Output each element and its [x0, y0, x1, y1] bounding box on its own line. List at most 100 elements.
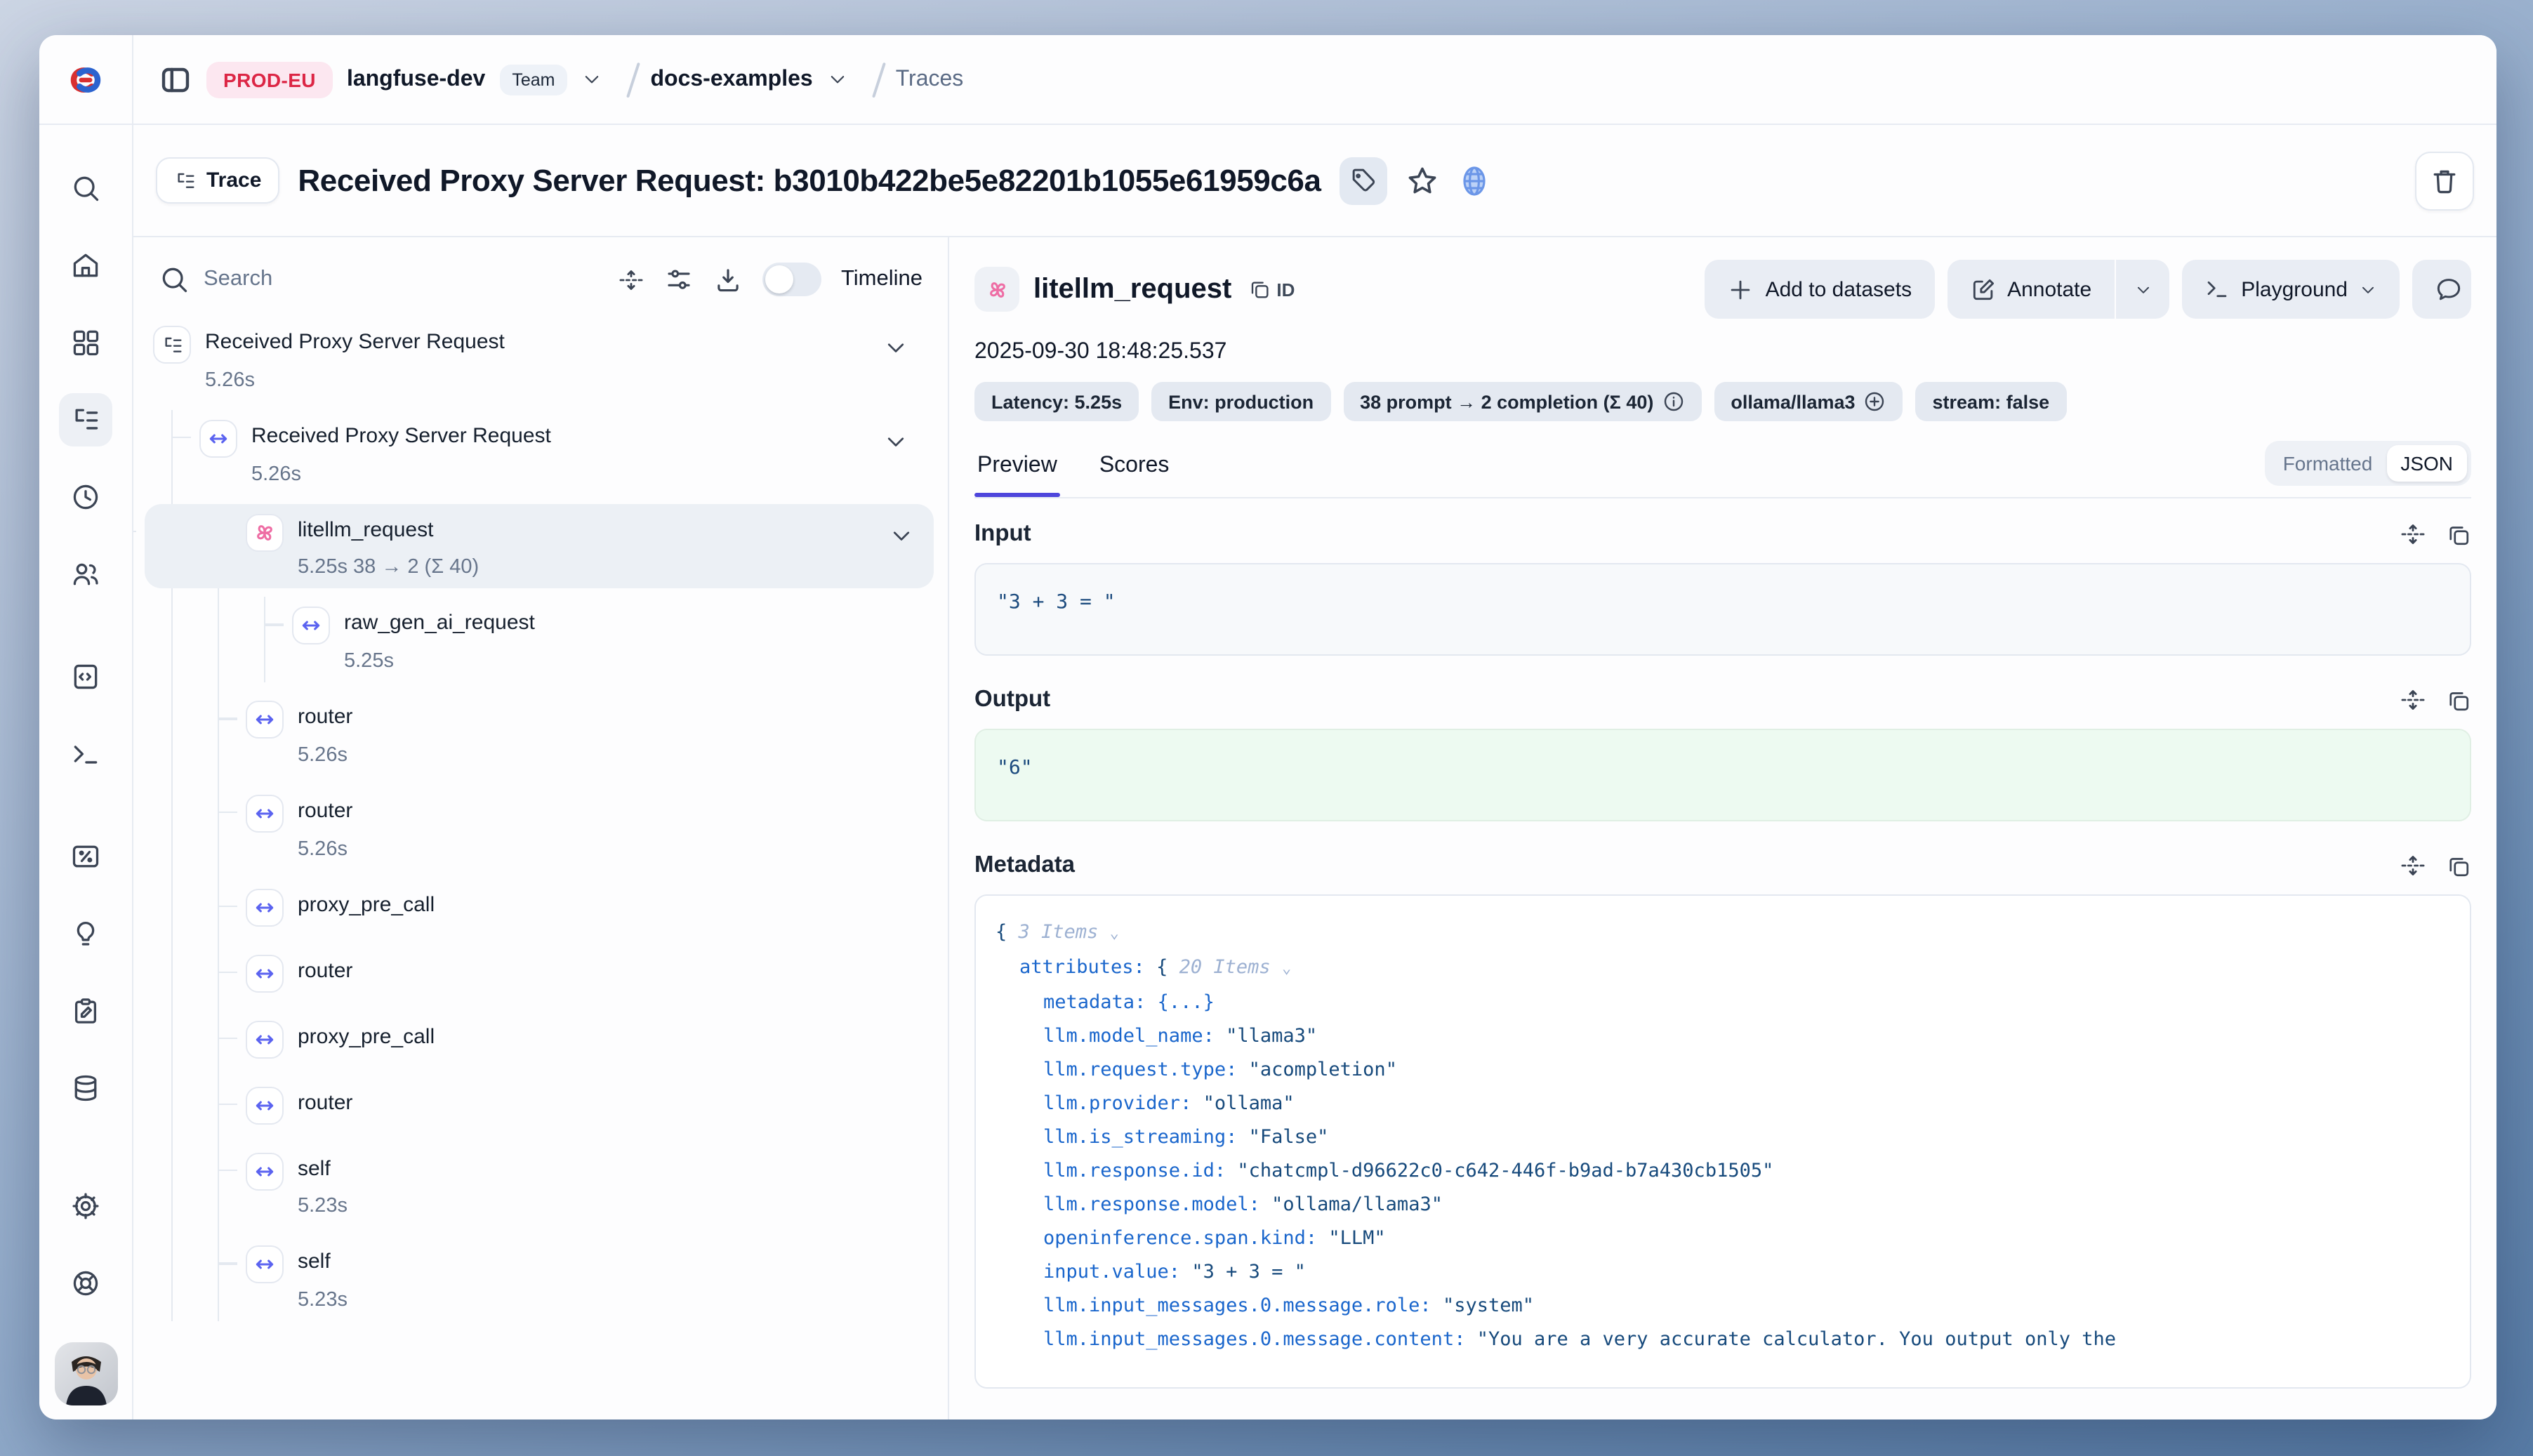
filter-sliders-icon[interactable] — [664, 265, 694, 294]
tree-row-label: self — [298, 1152, 348, 1183]
sidebar-toggle-icon[interactable] — [159, 62, 192, 96]
public-globe-icon[interactable] — [1457, 164, 1491, 197]
id-label: ID — [1276, 279, 1295, 300]
badge-latency-5-25s[interactable]: Latency: 5.25s — [974, 382, 1139, 421]
playground-button[interactable]: Playground — [2182, 260, 2400, 319]
tree-row-raw-gen-ai-request[interactable]: raw_gen_ai_request5.25s — [292, 597, 928, 683]
terminal-icon — [2204, 277, 2230, 302]
badge-env-production[interactable]: Env: production — [1151, 382, 1330, 421]
tag-button[interactable] — [1340, 157, 1387, 204]
badge-stream-false[interactable]: stream: false — [1916, 382, 2067, 421]
tree-row-self[interactable]: self5.23s — [246, 1236, 928, 1322]
collapse-all-icon[interactable] — [618, 266, 644, 293]
breadcrumb-org[interactable]: langfuse-dev — [347, 67, 485, 92]
format-option-json[interactable]: JSON — [2386, 445, 2467, 482]
json-key: openinference.span.kind: — [1043, 1227, 1328, 1250]
comments-button[interactable] — [2412, 260, 2471, 319]
badge-label: ollama/llama3 — [1731, 391, 1855, 412]
env-badge: PROD-EU — [206, 61, 333, 98]
json-line: openinference.span.kind: "LLM" — [987, 1222, 2459, 1255]
detail-tabs: Preview Scores FormattedJSON — [974, 441, 2471, 498]
badge-38-prompt-2-completion-40-[interactable]: 38 prompt → 2 completion (Σ 40) — [1343, 382, 1701, 421]
annotate-dropdown-button[interactable] — [2116, 260, 2169, 319]
json-item-count[interactable]: 20 Items ⌄ — [1179, 956, 1292, 979]
breadcrumb-project[interactable]: docs-examples — [650, 67, 812, 92]
badge-label: Env: production — [1168, 391, 1314, 412]
app-window: PROD-EU langfuse-dev Team docs-examples … — [39, 35, 2496, 1419]
json-value: {...} — [1158, 991, 1215, 1014]
row-chevron-down-icon[interactable] — [889, 523, 914, 548]
sidebar-item-support[interactable] — [59, 1257, 112, 1310]
json-key: llm.input_messages.0.message.content: — [1043, 1328, 1477, 1351]
trace-type-chip: Trace — [156, 157, 279, 204]
span-icon — [246, 795, 284, 833]
json-value: "chatcmpl-d96622c0-c642-446f-b9ad-b7a430… — [1237, 1160, 1773, 1182]
copy-id-button[interactable]: ID — [1248, 278, 1295, 300]
tree-row-proxy-pre-call[interactable]: proxy_pre_call — [246, 1010, 928, 1068]
collapse-section-icon[interactable] — [2400, 687, 2426, 713]
search-input[interactable] — [204, 267, 372, 292]
tree-row-received-proxy-server-request[interactable]: Received Proxy Server Request5.26s — [153, 316, 928, 402]
sidebar-item-dashboards[interactable] — [59, 316, 112, 369]
row-chevron-down-icon[interactable] — [883, 336, 908, 361]
bookmark-star-button[interactable] — [1406, 164, 1439, 197]
json-value: "acompletion" — [1249, 1059, 1397, 1081]
insights-icon — [70, 918, 101, 949]
tab-preview[interactable]: Preview — [974, 442, 1060, 496]
sidebar-item-annotation[interactable] — [59, 984, 112, 1038]
org-chevron-down-icon[interactable] — [581, 69, 602, 90]
copy-icon[interactable] — [2446, 521, 2471, 548]
collapse-section-icon[interactable] — [2400, 852, 2426, 879]
collapse-section-icon[interactable] — [2400, 521, 2426, 548]
tree-row-router[interactable]: router5.26s — [246, 691, 928, 776]
span-icon — [246, 1246, 284, 1284]
search-icon — [70, 173, 101, 204]
delete-trace-button[interactable] — [2415, 151, 2474, 210]
langfuse-logo-icon[interactable] — [65, 58, 107, 100]
format-option-formatted[interactable]: Formatted — [2269, 445, 2387, 482]
timeline-toggle[interactable] — [762, 263, 821, 296]
sidebar-item-datasets[interactable] — [59, 1061, 112, 1115]
metadata-heading: Metadata — [974, 852, 1075, 879]
observation-tree-panel: Timeline Received Proxy Server Request5.… — [133, 237, 949, 1419]
sidebar-item-users[interactable] — [59, 548, 112, 601]
tree-row-router[interactable]: router — [246, 944, 928, 1002]
tab-scores[interactable]: Scores — [1097, 442, 1172, 496]
sidebar-item-insights[interactable] — [59, 907, 112, 960]
tree-row-proxy-pre-call[interactable]: proxy_pre_call — [246, 878, 928, 936]
tree-row-litellm-request[interactable]: litellm_request5.25s 38 → 2 (Σ 40) — [145, 503, 934, 589]
copy-icon[interactable] — [2446, 852, 2471, 879]
tree-row-label: Received Proxy Server Request — [205, 326, 505, 357]
sidebar-item-sessions[interactable] — [59, 470, 112, 524]
tree-row-router[interactable]: router — [246, 1076, 928, 1134]
tree-row-self[interactable]: self5.23s — [246, 1142, 928, 1228]
project-chevron-down-icon[interactable] — [827, 69, 848, 90]
json-item-count[interactable]: 3 Items ⌄ — [1019, 921, 1119, 944]
tree-row-label: raw_gen_ai_request — [344, 607, 535, 638]
json-key: llm.response.id: — [1043, 1160, 1237, 1182]
user-avatar[interactable] — [54, 1342, 117, 1405]
tree-row-received-proxy-server-request[interactable]: Received Proxy Server Request5.26s — [199, 410, 928, 496]
sidebar-item-home[interactable] — [59, 239, 112, 292]
sidebar-item-search[interactable] — [59, 161, 112, 215]
copy-icon[interactable] — [2446, 687, 2471, 713]
add-to-datasets-button[interactable]: Add to datasets — [1705, 260, 1935, 319]
badge-ollama-llama3[interactable]: ollama/llama3 — [1714, 382, 1903, 421]
observation-badges: Latency: 5.25s Env: production 38 prompt →… — [974, 382, 2471, 421]
tree-row-router[interactable]: router5.26s — [246, 785, 928, 871]
sidebar-item-settings[interactable] — [59, 1179, 112, 1233]
download-icon[interactable] — [713, 265, 743, 294]
tree-row-label: router — [298, 701, 352, 732]
tree-children-group: raw_gen_ai_request5.25s — [264, 597, 928, 683]
sidebar-item-evaluation[interactable] — [59, 830, 112, 883]
json-key: llm.provider: — [1043, 1092, 1203, 1115]
breadcrumb-page[interactable]: Traces — [896, 67, 964, 92]
span-icon — [199, 420, 237, 458]
json-value: "ollama" — [1203, 1092, 1295, 1115]
sidebar-item-playground[interactable] — [59, 727, 112, 781]
row-chevron-down-icon[interactable] — [883, 430, 908, 455]
sidebar-item-tracing[interactable] — [59, 393, 112, 446]
annotate-button[interactable]: Annotate — [1947, 260, 2114, 319]
sidebar-item-prompts[interactable] — [59, 650, 112, 703]
span-icon — [246, 954, 284, 992]
